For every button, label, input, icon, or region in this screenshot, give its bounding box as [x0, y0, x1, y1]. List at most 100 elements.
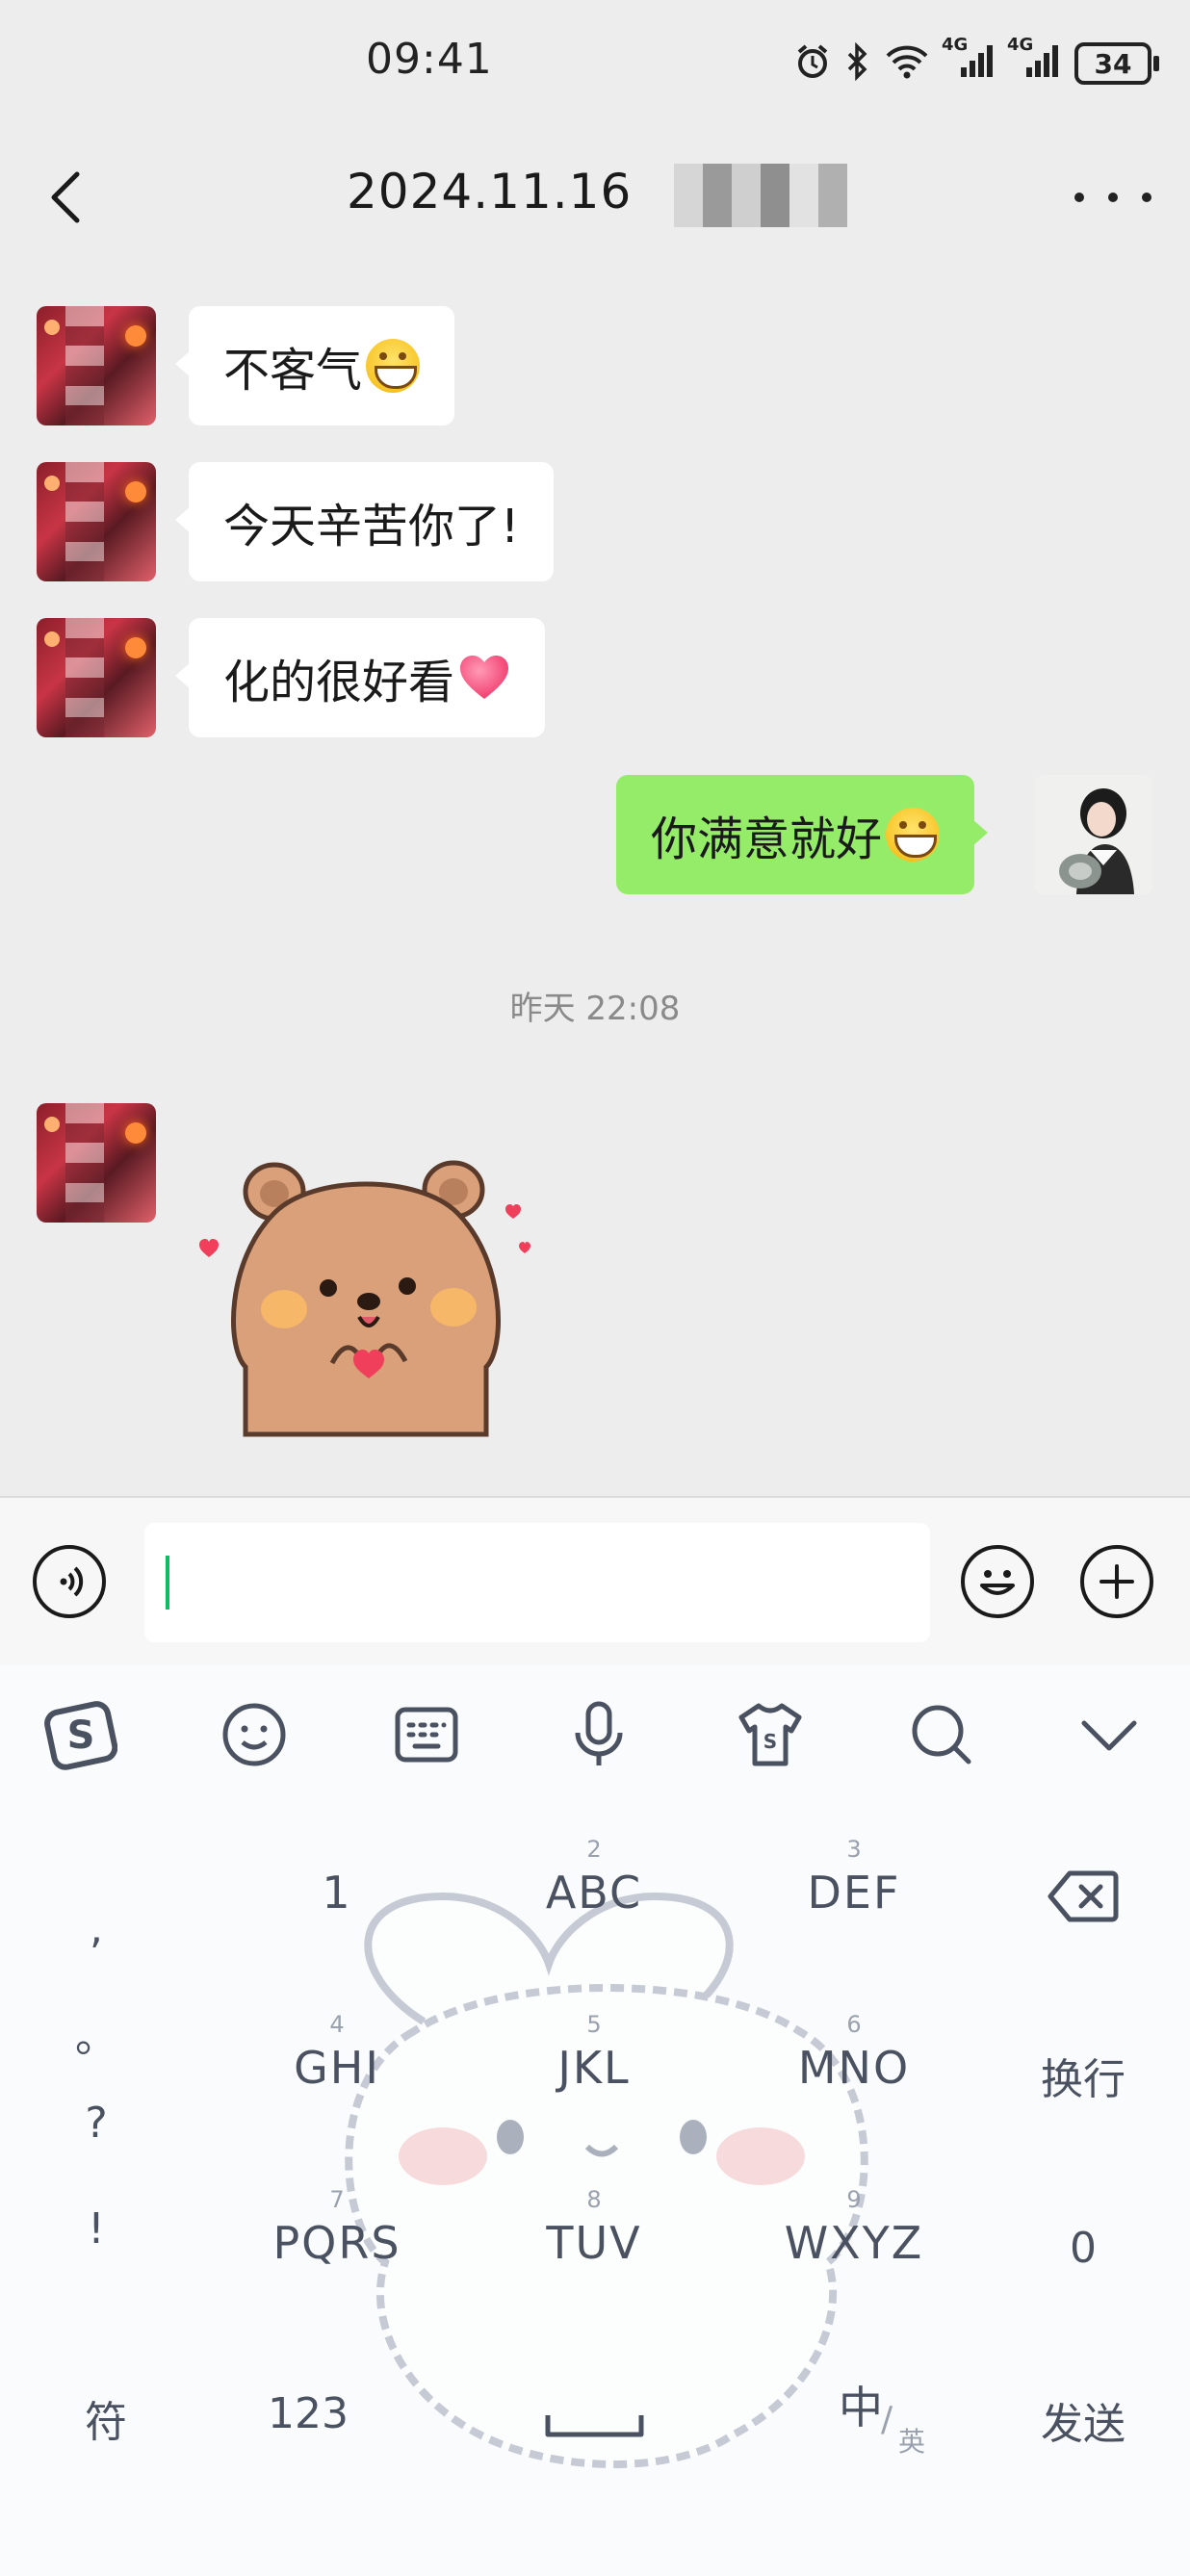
t9-key[interactable]: 9 WXYZ [738, 2185, 970, 2272]
voice-typing-button[interactable] [562, 1698, 635, 1771]
smiley-icon [222, 1703, 286, 1766]
message-list[interactable]: 不客气 今天辛苦你了! 化的很好看 你满意就好 昨天 22:08 [0, 270, 1190, 1496]
chevron-down-icon [1081, 1720, 1137, 1751]
battery-indicator: 34 [1074, 42, 1159, 85]
t9-key[interactable]: 1 [221, 1835, 453, 1921]
more-dot-icon [1142, 193, 1151, 202]
network-label-2: 4G [1007, 35, 1034, 55]
text-caret [166, 1556, 169, 1610]
contact-avatar[interactable] [37, 1103, 156, 1223]
t9-key-label: DEF [807, 1867, 901, 1919]
t9-key[interactable]: 5 JKL [479, 2010, 710, 2097]
bluetooth-icon [845, 41, 870, 85]
ime-keyboard: S S , 。 ? ! 1 2 ABC 3 DEF 4 GHI 5 JKL 6 … [0, 1665, 1190, 2576]
punct-key-period[interactable]: 。 [67, 2002, 125, 2064]
t9-key[interactable]: 3 DEF [738, 1835, 970, 1921]
t9-key-label: GHI [294, 2042, 380, 2094]
signal-icon-sim2: 4G [1007, 35, 1061, 85]
punct-key-question[interactable]: ? [67, 2099, 125, 2148]
send-key[interactable]: 发送 [1021, 2389, 1146, 2451]
chat-title: 2024.11.16 [347, 164, 633, 219]
sogou-logo-icon: S [44, 1701, 117, 1770]
search-icon [912, 1705, 971, 1765]
space-icon [545, 2415, 644, 2437]
plus-icon [1099, 1564, 1134, 1599]
more-dot-icon [1108, 193, 1118, 202]
t9-key[interactable]: 2 ABC [479, 1835, 710, 1921]
wechat-chat-screen: 09:41 4G 4G 34 2024.11.16 不客气 今天辛苦你了! 化的… [0, 0, 1190, 2576]
smiley-icon [980, 1570, 1015, 1595]
zero-key[interactable]: 0 [1049, 2224, 1117, 2273]
keyboard-toolbar: S S [0, 1665, 1190, 1800]
more-options-button[interactable] [1074, 173, 1151, 221]
grinning-emoji-icon [366, 339, 421, 393]
redacted-contact-name [674, 164, 847, 227]
network-label-1: 4G [942, 35, 969, 55]
signal-icon-sim1: 4G [942, 35, 996, 85]
t9-key[interactable]: 6 MNO [738, 2010, 970, 2097]
message-bubble[interactable]: 不客气 [174, 306, 455, 425]
svg-text:S: S [763, 1730, 777, 1753]
emoji-keyboard-button[interactable] [218, 1698, 291, 1771]
more-functions-button[interactable] [1080, 1545, 1153, 1618]
status-icons: 4G 4G 34 [793, 35, 1159, 89]
keyboard-layout-button[interactable] [390, 1698, 463, 1771]
message-text: 化的很好看 [223, 656, 455, 709]
back-button[interactable] [39, 159, 96, 236]
language-switch-key[interactable]: 中 / 英 [833, 2373, 939, 2460]
my-message-bubble[interactable]: 你满意就好 [616, 775, 989, 894]
t9-key-label: TUV [546, 2217, 642, 2269]
space-key[interactable] [544, 2383, 645, 2444]
symbols-key[interactable]: 符 [67, 2387, 144, 2449]
voice-input-button[interactable] [33, 1545, 106, 1618]
contact-avatar[interactable] [37, 306, 156, 425]
t9-key-label: WXYZ [784, 2217, 924, 2269]
message-bubble[interactable]: 今天辛苦你了! [174, 462, 555, 581]
numbers-key[interactable]: 123 [250, 2389, 366, 2438]
message-text-input[interactable] [144, 1523, 930, 1642]
t9-key[interactable]: 7 PQRS [221, 2185, 453, 2272]
my-avatar[interactable] [1034, 775, 1153, 894]
bear-sticker-icon [199, 1160, 530, 1437]
contact-avatar[interactable] [37, 462, 156, 581]
chevron-left-icon [51, 171, 80, 223]
heart-emoji-icon [458, 654, 510, 702]
alarm-icon [793, 42, 832, 85]
tshirt-icon: S [738, 1703, 802, 1766]
svg-text:S: S [67, 1713, 95, 1758]
wifi-icon [884, 42, 930, 85]
punct-key-exclaim[interactable]: ! [67, 2204, 125, 2254]
emoji-panel-button[interactable] [961, 1545, 1034, 1618]
microphone-icon [575, 1701, 623, 1765]
t9-key-label: ABC [545, 1867, 643, 1919]
keyboard-search-button[interactable] [905, 1698, 978, 1771]
punct-key-comma[interactable]: , [67, 1904, 125, 1953]
t9-key[interactable]: 8 TUV [479, 2185, 710, 2272]
status-bar: 09:41 4G 4G 34 [0, 0, 1190, 125]
status-time: 09:41 [366, 35, 493, 84]
t9-key-label: MNO [797, 2042, 911, 2094]
bear-sticker-message[interactable] [188, 1136, 554, 1444]
message-bubble[interactable]: 化的很好看 [174, 618, 546, 737]
skin-button[interactable]: S [734, 1698, 807, 1771]
t9-key-label: 1 [322, 1867, 352, 1919]
voice-wave-icon [60, 1566, 84, 1597]
contact-avatar[interactable] [37, 618, 156, 737]
message-text: 不客气 [223, 344, 363, 398]
message-text: 今天辛苦你了! [223, 500, 520, 554]
message-input-bar [0, 1496, 1190, 1667]
hide-keyboard-button[interactable] [1073, 1698, 1146, 1771]
more-dot-icon [1074, 193, 1084, 202]
keyboard-bunny-skin [345, 1892, 868, 2468]
message-text: 你满意就好 [651, 812, 883, 866]
backspace-icon [1048, 1870, 1119, 1922]
newline-key[interactable]: 换行 [1021, 2045, 1146, 2106]
language-english-label: 英 [898, 2426, 926, 2458]
backspace-key[interactable] [1040, 1868, 1126, 1935]
t9-key[interactable]: 4 GHI [221, 2010, 453, 2097]
sogou-logo-button[interactable]: S [44, 1698, 117, 1771]
language-chinese-label: 中 [839, 2382, 883, 2434]
keyboard-icon [395, 1707, 458, 1763]
grinning-emoji-icon [886, 808, 941, 862]
time-divider: 昨天 22:08 [509, 990, 681, 1028]
